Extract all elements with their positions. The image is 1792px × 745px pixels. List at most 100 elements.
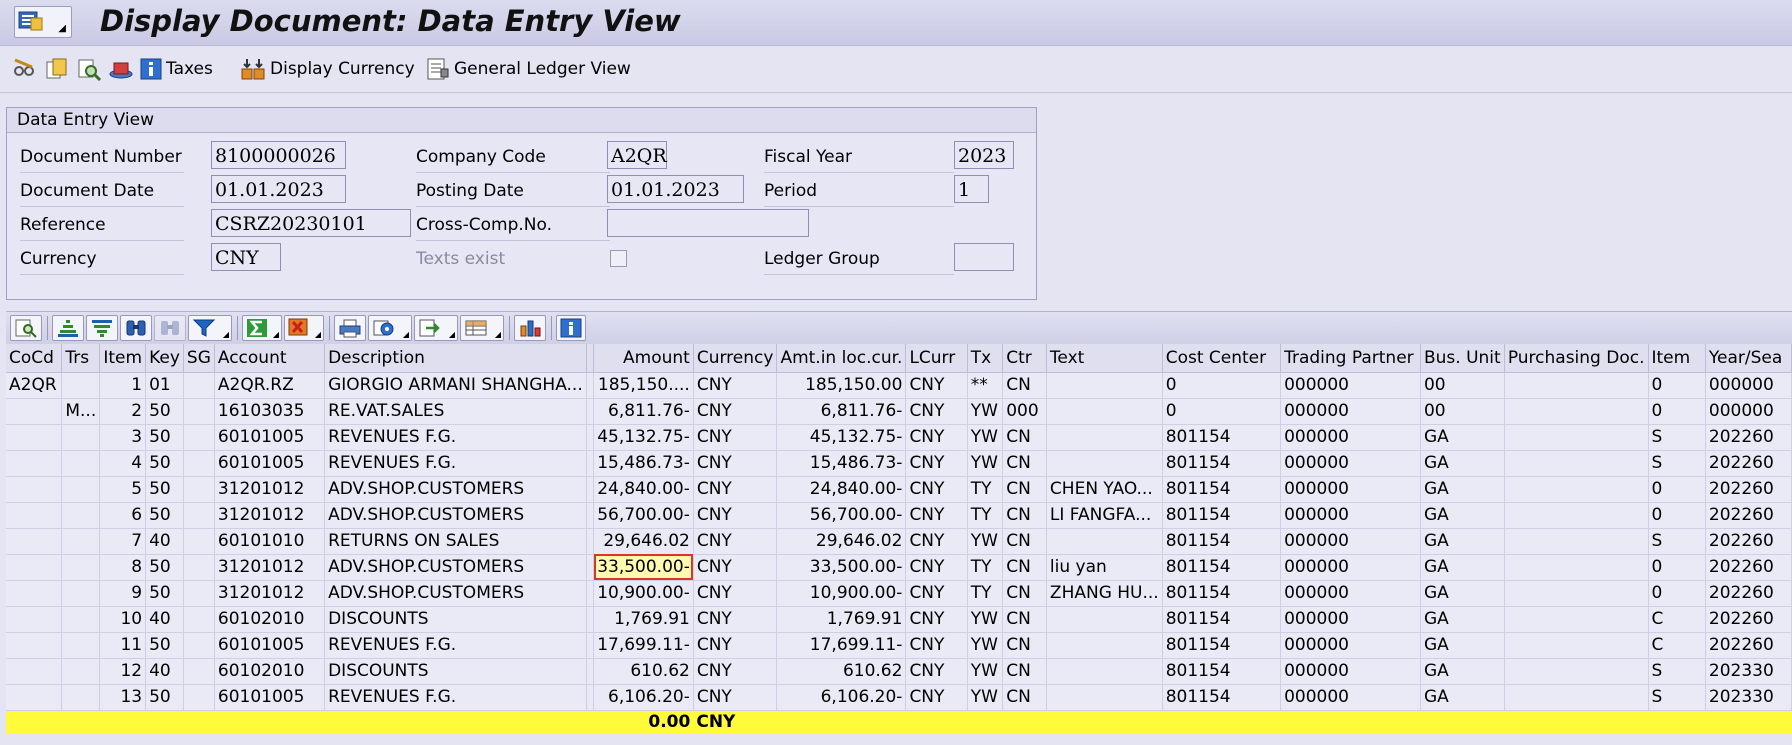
table-cell[interactable] (183, 606, 215, 633)
table-cell[interactable] (1046, 450, 1163, 477)
table-cell[interactable]: 50 (145, 424, 184, 451)
table-cell[interactable] (6, 476, 63, 503)
table-cell[interactable] (1504, 684, 1649, 711)
table-cell[interactable]: 00 (1420, 398, 1505, 425)
table-cell[interactable]: S (1648, 450, 1706, 477)
table-cell[interactable]: CHEN YAO... (1046, 476, 1163, 503)
table-cell[interactable] (61, 424, 101, 451)
table-cell[interactable]: 60102010 (214, 606, 326, 633)
table-cell[interactable]: YW (967, 528, 1004, 555)
table-cell[interactable]: ADV.SHOP.CUSTOMERS (324, 502, 587, 529)
column-header[interactable]: Cost Center (1162, 344, 1282, 373)
table-cell[interactable]: CNY (693, 450, 778, 477)
subtotals-button[interactable]: ◢ (284, 315, 324, 341)
table-cell[interactable]: 17,699.11- (776, 632, 907, 659)
table-cell[interactable]: 0 (1162, 398, 1282, 425)
table-cell[interactable] (1504, 528, 1649, 555)
table-cell[interactable]: CNY (693, 398, 778, 425)
table-cell[interactable]: 1,769.91 (776, 606, 907, 633)
table-cell[interactable]: 6,106.20- (593, 684, 694, 711)
table-cell[interactable] (61, 372, 101, 399)
table-cell[interactable]: GA (1420, 424, 1505, 451)
table-cell[interactable]: 45,132.75- (776, 424, 907, 451)
table-cell[interactable] (61, 476, 101, 503)
document-header-button[interactable] (108, 57, 134, 81)
table-cell[interactable]: CN (1002, 528, 1047, 555)
table-cell[interactable] (61, 606, 101, 633)
table-cell[interactable]: 6,811.76- (776, 398, 907, 425)
table-cell[interactable]: 0 (1648, 554, 1706, 581)
table-cell[interactable] (183, 528, 215, 555)
column-header[interactable]: Tx (967, 344, 1004, 373)
table-cell[interactable] (586, 554, 595, 581)
table-cell[interactable] (183, 632, 215, 659)
table-cell[interactable]: CNY (693, 658, 778, 685)
table-cell[interactable]: 000000 (1280, 502, 1421, 529)
table-cell[interactable]: RETURNS ON SALES (324, 528, 587, 555)
table-cell[interactable]: 8 (99, 554, 147, 581)
table-cell[interactable] (1504, 580, 1649, 607)
general-ledger-view-button[interactable]: General Ledger View (426, 57, 631, 81)
table-cell[interactable]: YW (967, 658, 1004, 685)
table-cell[interactable] (6, 502, 63, 529)
table-cell[interactable]: CNY (905, 554, 968, 581)
table-cell[interactable]: 60102010 (214, 658, 326, 685)
column-header[interactable]: Purchasing Doc. (1504, 344, 1649, 373)
table-cell[interactable] (1504, 450, 1649, 477)
table-cell[interactable]: CN (1002, 372, 1047, 399)
column-header[interactable]: Trading Partner (1280, 344, 1421, 373)
table-cell[interactable]: TY (967, 554, 1004, 581)
column-header[interactable]: Bus. Unit (1420, 344, 1505, 373)
table-cell[interactable]: CNY (693, 502, 778, 529)
table-cell[interactable]: 0 (1648, 398, 1706, 425)
change-display-button[interactable] (12, 57, 38, 81)
table-cell[interactable]: 000000 (1280, 528, 1421, 555)
table-cell[interactable] (1504, 554, 1649, 581)
table-cell[interactable] (1504, 632, 1649, 659)
table-cell[interactable]: GA (1420, 658, 1505, 685)
table-cell[interactable]: DISCOUNTS (324, 658, 587, 685)
table-cell[interactable]: 000000 (1280, 372, 1421, 399)
table-cell[interactable]: 801154 (1162, 528, 1282, 555)
table-cell[interactable]: REVENUES F.G. (324, 424, 587, 451)
table-cell[interactable] (1046, 684, 1163, 711)
table-cell[interactable]: CNY (693, 580, 778, 607)
table-cell[interactable]: 1,769.91 (593, 606, 694, 633)
table-cell[interactable] (586, 684, 595, 711)
table-cell[interactable] (183, 502, 215, 529)
table-cell[interactable]: CNY (905, 684, 968, 711)
table-cell[interactable] (6, 528, 63, 555)
table-cell[interactable] (1046, 424, 1163, 451)
column-header[interactable]: Text (1046, 344, 1163, 373)
table-cell[interactable]: S (1648, 528, 1706, 555)
table-cell[interactable]: CNY (905, 476, 968, 503)
table-cell[interactable]: 60101005 (214, 450, 326, 477)
table-cell[interactable]: GA (1420, 554, 1505, 581)
table-cell[interactable]: 50 (145, 554, 184, 581)
table-cell[interactable]: CN (1002, 684, 1047, 711)
table-cell[interactable]: ZHANG HU... (1046, 580, 1163, 607)
table-cell[interactable] (1504, 424, 1649, 451)
table-cell[interactable]: 13 (99, 684, 147, 711)
table-cell[interactable]: CNY (693, 684, 778, 711)
table-cell[interactable]: 000000 (1705, 372, 1792, 399)
table-cell[interactable]: ADV.SHOP.CUSTOMERS (324, 580, 587, 607)
table-cell[interactable]: REVENUES F.G. (324, 632, 587, 659)
table-cell[interactable]: 801154 (1162, 502, 1282, 529)
table-cell[interactable]: 50 (145, 580, 184, 607)
table-cell[interactable]: CNY (905, 502, 968, 529)
table-cell[interactable]: 185,150.... (593, 372, 694, 399)
table-cell[interactable] (1046, 606, 1163, 633)
table-cell[interactable]: 000000 (1280, 450, 1421, 477)
table-cell[interactable]: 801154 (1162, 632, 1282, 659)
table-cell[interactable] (61, 632, 101, 659)
table-cell[interactable]: 000000 (1280, 632, 1421, 659)
table-cell[interactable]: CNY (905, 372, 968, 399)
filter-button[interactable]: ◢ (188, 315, 232, 341)
table-cell[interactable]: 40 (145, 528, 184, 555)
table-cell[interactable]: 610.62 (776, 658, 907, 685)
table-cell[interactable] (586, 424, 595, 451)
table-cell[interactable] (1504, 606, 1649, 633)
table-cell[interactable] (6, 554, 63, 581)
table-cell[interactable] (1504, 502, 1649, 529)
